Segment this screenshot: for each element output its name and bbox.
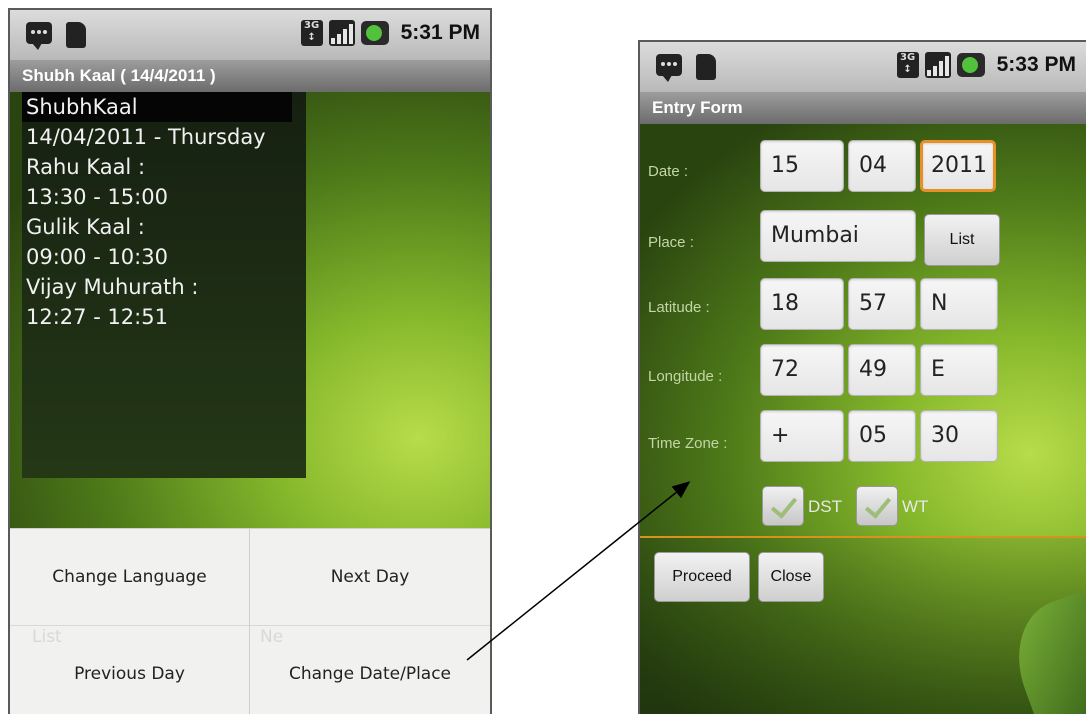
- talk-icon: [26, 22, 52, 50]
- sd-card-icon: [66, 22, 86, 48]
- list-button[interactable]: List: [924, 214, 1000, 266]
- ghost-list-text: List: [32, 627, 62, 647]
- info-line: ShubhKaal: [22, 92, 292, 122]
- latitude-degrees-field[interactable]: 18: [760, 278, 844, 330]
- status-bar: 3G ↕ 5:33 PM: [640, 42, 1086, 92]
- signal-icon: [924, 52, 951, 78]
- dst-label: DST: [808, 497, 842, 516]
- left-phone-screen: 3G ↕ 5:31 PM Shubh Kaal ( 14/4/2011 ) Shu…: [8, 8, 492, 714]
- place-field[interactable]: Mumbai: [760, 210, 916, 262]
- ghost-next-text: Ne: [260, 627, 284, 647]
- page-title: Shubh Kaal ( 14/4/2011 ): [10, 60, 490, 92]
- place-label: Place :: [648, 234, 694, 251]
- change-language-menu-item[interactable]: Change Language: [10, 529, 250, 625]
- sd-card-icon: [696, 54, 716, 80]
- info-line: 13:30 - 15:00: [26, 185, 168, 209]
- timezone-label: Time Zone :: [648, 435, 728, 452]
- date-year-field[interactable]: 2011: [920, 140, 996, 192]
- timezone-sign-field[interactable]: +: [760, 410, 844, 462]
- timezone-minutes-field[interactable]: 30: [920, 410, 998, 462]
- dst-checkbox[interactable]: [762, 486, 804, 526]
- latitude-direction-field[interactable]: N: [920, 278, 998, 330]
- next-day-menu-item[interactable]: Next Day: [250, 529, 490, 625]
- status-time: 5:31 PM: [400, 21, 480, 44]
- longitude-minutes-field[interactable]: 49: [848, 344, 916, 396]
- battery-icon: [956, 53, 985, 77]
- latitude-minutes-field[interactable]: 57: [848, 278, 916, 330]
- change-date-place-menu-item[interactable]: Change Date/Place: [250, 625, 490, 714]
- info-line: 12:27 - 12:51: [26, 305, 168, 329]
- status-time: 5:33 PM: [996, 53, 1076, 76]
- 3g-icon: 3G ↕: [896, 52, 919, 78]
- signal-icon: [328, 20, 355, 46]
- date-month-field[interactable]: 04: [848, 140, 916, 192]
- wt-label: WT: [902, 497, 929, 516]
- 3g-icon: 3G ↕: [300, 20, 323, 46]
- latitude-label: Latitude :: [648, 299, 710, 316]
- longitude-degrees-field[interactable]: 72: [760, 344, 844, 396]
- battery-icon: [360, 21, 389, 45]
- info-line: Vijay Muhurath :: [26, 275, 199, 299]
- date-day-field[interactable]: 15: [760, 140, 844, 192]
- status-bar: 3G ↕ 5:31 PM: [10, 10, 490, 60]
- info-line: 09:00 - 10:30: [26, 245, 168, 269]
- talk-icon: [656, 54, 682, 82]
- wt-checkbox[interactable]: [856, 486, 898, 526]
- options-menu: Change Language Next Day Previous Day Ch…: [10, 528, 490, 714]
- longitude-label: Longitude :: [648, 368, 723, 385]
- screenshot-stage: 3G ↕ 5:31 PM Shubh Kaal ( 14/4/2011 ) Shu…: [0, 0, 1086, 714]
- info-line: 14/04/2011 - Thursday: [26, 125, 266, 149]
- timezone-hours-field[interactable]: 05: [848, 410, 916, 462]
- date-label: Date :: [648, 163, 689, 180]
- info-panel: ShubhKaal 14/04/2011 - Thursday Rahu Kaa…: [22, 92, 306, 478]
- proceed-button[interactable]: Proceed: [654, 552, 750, 602]
- info-line: Rahu Kaal :: [26, 155, 146, 179]
- close-button[interactable]: Close: [758, 552, 824, 602]
- info-line: Gulik Kaal :: [26, 215, 145, 239]
- longitude-direction-field[interactable]: E: [920, 344, 998, 396]
- right-phone-screen: 3G ↕ 5:33 PM Entry Form Date : 15 04 2011…: [638, 40, 1086, 714]
- page-title: Entry Form: [640, 92, 1086, 124]
